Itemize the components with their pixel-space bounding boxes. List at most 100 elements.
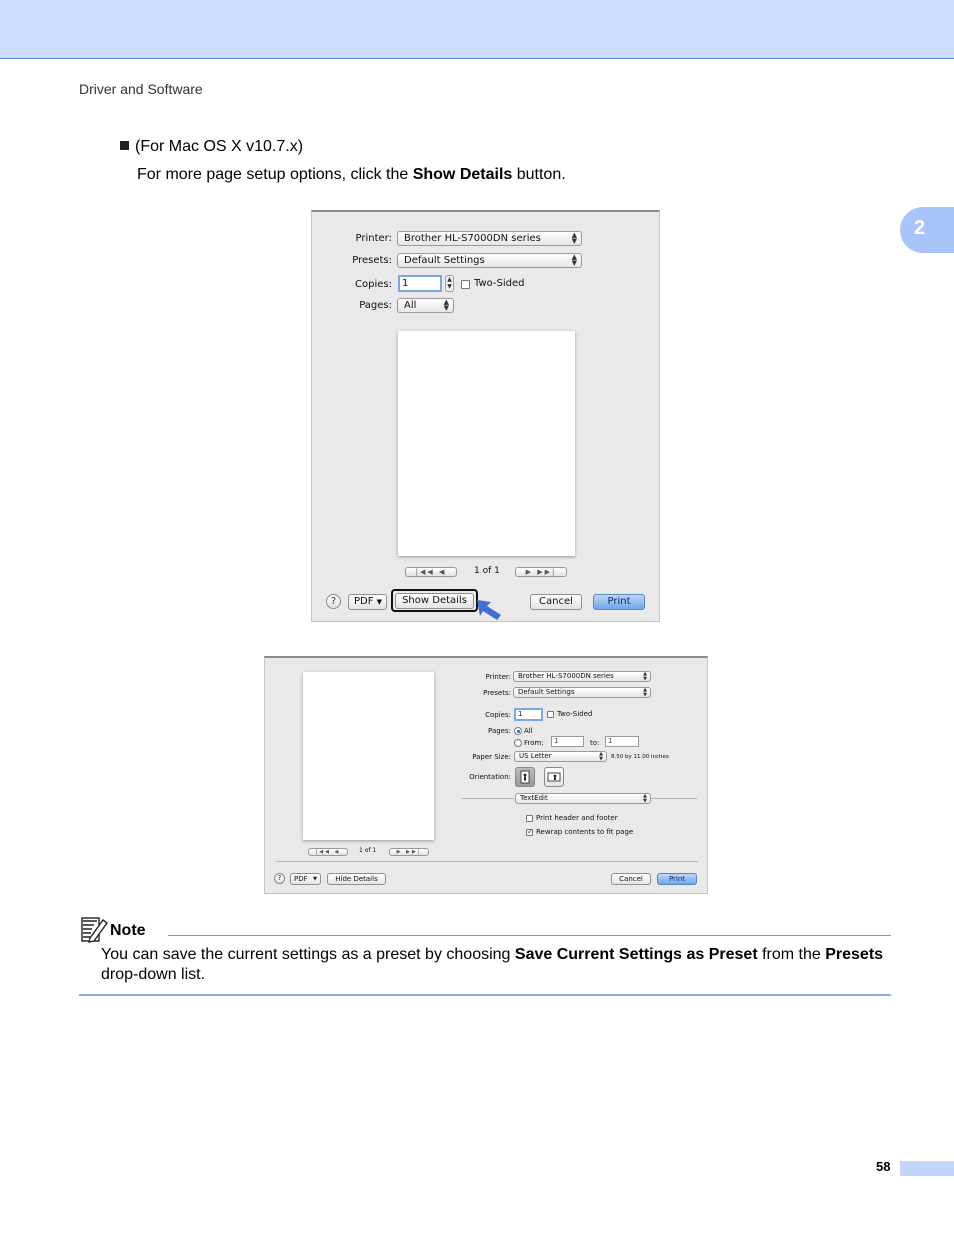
pages-value: All — [404, 300, 417, 311]
cancel-button[interactable]: Cancel — [611, 873, 651, 885]
next-last-page-buttons[interactable]: ▶ ▶▶| — [515, 567, 567, 577]
copies-stepper[interactable]: ▲ ▼ — [445, 275, 454, 292]
print-button[interactable]: Print — [593, 594, 645, 610]
checkmark-icon: ✓ — [527, 827, 534, 836]
print-header-footer-checkbox[interactable] — [526, 815, 533, 822]
first-page-icon: |◀◀ — [315, 849, 331, 855]
note-bottom-rule — [79, 994, 891, 996]
help-button[interactable]: ? — [274, 873, 285, 884]
copies-label: Copies: — [355, 279, 392, 290]
instruction-bold: Show Details — [412, 166, 513, 183]
hide-details-button[interactable]: Hide Details — [327, 873, 386, 885]
instruction-text: For more page setup options, click the S… — [137, 166, 566, 184]
show-details-button[interactable]: Show Details — [395, 593, 474, 609]
two-sided-checkbox[interactable] — [461, 280, 470, 289]
dropdown-arrow-icon: ▼ — [376, 598, 382, 606]
two-sided-checkbox[interactable] — [547, 711, 554, 718]
note-bold-1: Save Current Settings as Preset — [514, 946, 758, 963]
page-count: 1 of 1 — [359, 847, 377, 854]
cancel-button[interactable]: Cancel — [530, 594, 582, 610]
copies-field[interactable]: 1 — [514, 708, 543, 721]
square-bullet-icon — [120, 141, 129, 150]
updown-arrows-icon: ▲ ▼ — [643, 671, 647, 682]
paper-size-dims: 8.50 by 11.00 inches — [611, 754, 669, 760]
note-text-3: drop-down list. — [101, 966, 206, 983]
presets-value: Default Settings — [404, 255, 485, 266]
printer-label: Printer: — [485, 673, 511, 681]
printer-value: Brother HL-S7000DN series — [404, 233, 541, 244]
running-head: Driver and Software — [79, 81, 203, 97]
print-dialog-details: |◀◀ ◀ 1 of 1 ▶ ▶▶| Printer: Brother HL-S… — [264, 656, 708, 894]
page-preview — [303, 672, 434, 840]
portrait-orientation-button[interactable] — [515, 767, 535, 787]
two-sided-label: Two-Sided — [557, 710, 593, 718]
note-title: Note — [110, 922, 146, 939]
landscape-orientation-button[interactable] — [544, 767, 564, 787]
updown-arrows-icon: ▲ ▼ — [571, 231, 577, 245]
updown-arrows-icon: ▲ ▼ — [643, 793, 647, 804]
rewrap-label: Rewrap contents to fit page — [536, 828, 634, 836]
section-divider — [651, 798, 697, 799]
first-page-icon: |◀◀ — [415, 568, 435, 576]
copies-field[interactable]: 1 — [398, 275, 442, 292]
updown-arrows-icon: ▲ ▼ — [643, 687, 647, 698]
next-last-page-buttons[interactable]: ▶ ▶▶| — [389, 848, 429, 856]
printer-popup[interactable]: Brother HL-S7000DN series ▲ ▼ — [513, 671, 651, 682]
footer-divider — [276, 861, 698, 862]
pdf-label: PDF — [294, 875, 308, 883]
bullet-item: (For Mac OS X v10.7.x) — [120, 138, 303, 156]
footer-tab — [900, 1161, 954, 1176]
pages-popup[interactable]: All ▲ ▼ — [397, 298, 454, 313]
landscape-icon — [547, 772, 561, 782]
last-page-icon: ▶▶| — [537, 568, 557, 576]
paper-size-popup[interactable]: US Letter ▲ ▼ — [514, 751, 607, 762]
printer-label: Printer: — [355, 233, 392, 244]
print-header-footer-label: Print header and footer — [536, 814, 618, 822]
page-count: 1 of 1 — [474, 566, 500, 576]
pages-label: Pages: — [359, 300, 392, 311]
pointer-arrow-icon — [477, 600, 501, 620]
presets-popup[interactable]: Default Settings ▲ ▼ — [513, 687, 651, 698]
presets-value: Default Settings — [518, 688, 575, 696]
note-top-rule — [168, 935, 891, 936]
to-field[interactable]: 1 — [605, 736, 639, 747]
app-section-value: TextEdit — [520, 794, 548, 802]
help-button[interactable]: ? — [326, 594, 341, 609]
updown-arrows-icon: ▲ ▼ — [443, 298, 449, 312]
chapter-number: 2 — [914, 217, 926, 239]
from-label: From: — [524, 739, 544, 747]
pages-all-label: All — [524, 727, 533, 735]
pages-label: Pages: — [488, 727, 511, 735]
pdf-button[interactable]: PDF ▼ — [290, 873, 321, 885]
instruction-before: For more page setup options, click the — [137, 166, 413, 183]
last-page-icon: ▶▶| — [406, 849, 422, 855]
updown-arrows-icon: ▲ ▼ — [599, 751, 603, 762]
instruction-after: button. — [512, 166, 566, 183]
prev-page-icon: ◀ — [438, 568, 447, 576]
first-prev-page-buttons[interactable]: |◀◀ ◀ — [308, 848, 348, 856]
printer-popup[interactable]: Brother HL-S7000DN series ▲ ▼ — [397, 231, 582, 246]
note-pencil-icon — [81, 917, 108, 943]
orientation-label: Orientation: — [469, 773, 511, 781]
to-label: to: — [590, 739, 600, 747]
pdf-label: PDF — [354, 596, 374, 607]
pdf-button[interactable]: PDF ▼ — [348, 594, 387, 610]
chapter-tab: 2 — [900, 207, 954, 253]
print-dialog-simple: Printer: Brother HL-S7000DN series ▲ ▼ Pre… — [311, 210, 660, 622]
note-text: You can save the current settings as a p… — [101, 945, 891, 985]
first-prev-page-buttons[interactable]: |◀◀ ◀ — [405, 567, 457, 577]
section-divider — [462, 798, 514, 799]
next-page-icon: ▶ — [396, 849, 403, 855]
note-bold-2: Presets — [825, 946, 884, 963]
from-field[interactable]: 1 — [551, 736, 584, 747]
pages-all-radio[interactable] — [514, 727, 522, 735]
presets-popup[interactable]: Default Settings ▲ ▼ — [397, 253, 582, 268]
paper-size-value: US Letter — [519, 752, 552, 760]
note-text-2: from the — [757, 946, 826, 963]
bullet-text: (For Mac OS X v10.7.x) — [135, 138, 304, 155]
rewrap-checkbox[interactable]: ✓ — [526, 827, 534, 836]
page-preview — [398, 331, 575, 556]
print-button[interactable]: Print — [657, 873, 697, 885]
pages-range-radio[interactable] — [514, 739, 522, 747]
app-section-popup[interactable]: TextEdit ▲ ▼ — [515, 793, 651, 804]
